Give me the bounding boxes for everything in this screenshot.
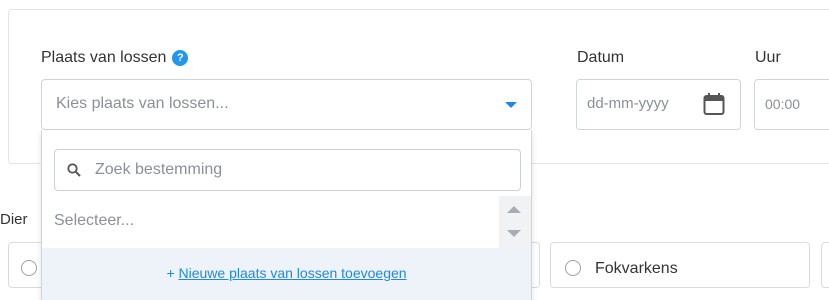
animal-type-label: Dier — [0, 211, 28, 228]
animal-option-fokvarkens-label: Fokvarkens — [595, 260, 678, 277]
calendar-icon[interactable] — [703, 92, 725, 116]
date-input[interactable]: dd-mm-yyyy — [576, 79, 741, 130]
radio-button[interactable] — [565, 260, 581, 276]
radio-button[interactable] — [21, 260, 37, 276]
location-placeholder: Kies plaats van lossen... — [56, 95, 229, 112]
date-label: Datum — [577, 49, 625, 66]
scroll-up-icon[interactable] — [507, 206, 521, 213]
add-location-text[interactable]: Nieuwe plaats van lossen toevoegen — [179, 265, 407, 281]
add-prefix: + — [166, 265, 175, 281]
location-label-row: Plaats van lossen? — [41, 49, 189, 67]
animal-option-fokvarkens[interactable]: Fokvarkens — [550, 242, 810, 288]
scroll-down-icon[interactable] — [507, 230, 521, 237]
date-placeholder: dd-mm-yyyy — [587, 95, 669, 112]
location-label: Plaats van lossen — [41, 49, 167, 66]
chevron-down-icon[interactable] — [505, 102, 517, 108]
time-input[interactable]: 00:00 — [754, 79, 829, 130]
animal-option-3[interactable] — [821, 242, 829, 288]
location-select[interactable]: Kies plaats van lossen... — [41, 79, 532, 130]
search-icon — [67, 163, 81, 177]
help-icon[interactable]: ? — [172, 50, 189, 66]
location-dropdown: Zoek bestemming Selecteer... + Nieuwe pl… — [41, 130, 532, 300]
dropdown-scrollbar[interactable] — [499, 196, 531, 248]
time-placeholder: 00:00 — [765, 96, 801, 112]
destination-search-input[interactable]: Zoek bestemming — [54, 149, 521, 191]
dropdown-footer: + Nieuwe plaats van lossen toevoegen — [42, 248, 531, 300]
time-label: Uur — [755, 49, 781, 66]
search-placeholder: Zoek bestemming — [95, 161, 223, 178]
dropdown-option[interactable]: Selecteer... — [54, 212, 134, 230]
add-location-link[interactable]: + Nieuwe plaats van lossen toevoegen — [42, 265, 531, 281]
